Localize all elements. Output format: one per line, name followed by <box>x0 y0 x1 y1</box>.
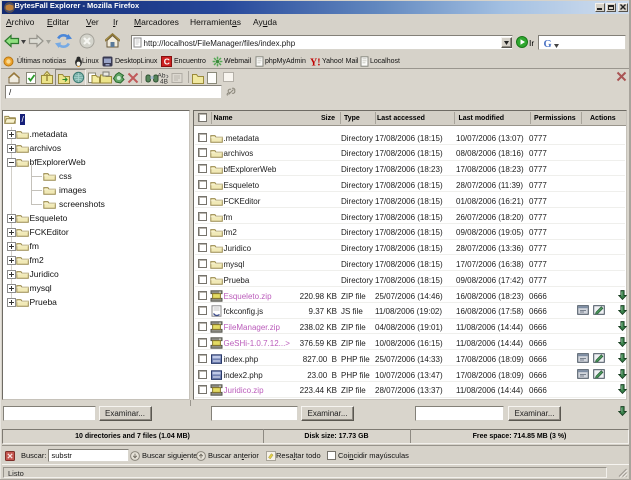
svg-text:Y!: Y! <box>310 58 321 68</box>
svg-text:G: G <box>544 39 552 49</box>
svg-text:C: C <box>164 57 170 67</box>
svg-text:4B: 4B <box>160 78 168 85</box>
